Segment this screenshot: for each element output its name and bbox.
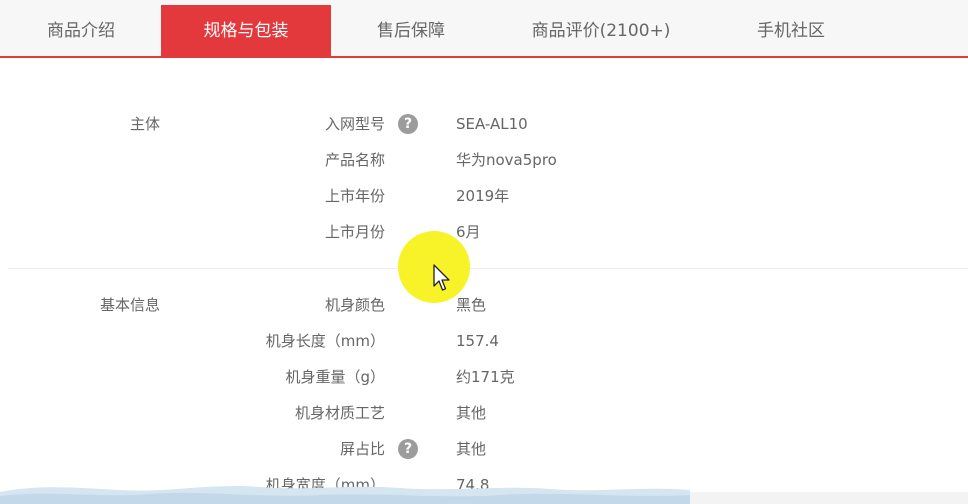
tab-after-sales[interactable]: 售后保障 — [331, 5, 491, 58]
spec-value: 2019年 — [456, 187, 510, 205]
spec-row: 屏占比 ? 其他 — [0, 431, 968, 467]
spec-label: 上市年份 — [324, 187, 385, 205]
spec-label: 入网型号 — [324, 115, 385, 133]
bottom-shade — [690, 492, 968, 504]
spec-value: 其他 — [456, 440, 487, 458]
mouse-pointer-icon — [433, 264, 450, 291]
spec-value: 其他 — [456, 404, 487, 422]
spec-value: 黑色 — [456, 296, 487, 314]
spec-label: 机身材质工艺 — [294, 404, 385, 422]
spec-row: 机身颜色 黑色 — [0, 287, 968, 323]
spec-label: 屏占比 — [339, 440, 385, 458]
product-tab-bar: 商品介绍 规格与包装 售后保障 商品评价(2100+) 手机社区 — [0, 0, 968, 58]
tab-phone-community[interactable]: 手机社区 — [711, 5, 871, 58]
spec-value: 约171克 — [456, 368, 515, 386]
tab-reviews[interactable]: 商品评价(2100+) — [491, 5, 711, 58]
bottom-wave-decoration — [0, 486, 690, 504]
section-divider — [8, 268, 968, 269]
spec-label: 机身重量（g） — [285, 368, 385, 386]
spec-row: 上市月份 6月 — [0, 214, 968, 250]
spec-row: 上市年份 2019年 — [0, 178, 968, 214]
spec-label: 上市月份 — [324, 223, 385, 241]
spec-label: 产品名称 — [324, 151, 385, 169]
question-circle-icon[interactable]: ? — [398, 114, 418, 134]
spec-label: 机身长度（mm） — [265, 332, 385, 350]
tab-specs-packaging[interactable]: 规格与包装 — [161, 5, 331, 58]
spec-row: 产品名称 华为nova5pro — [0, 142, 968, 178]
spec-row: 机身重量（g） 约171克 — [0, 359, 968, 395]
product-detail-page: 商品介绍 规格与包装 售后保障 商品评价(2100+) 手机社区 主体 入网型号… — [0, 0, 968, 504]
spec-label: 机身颜色 — [324, 296, 385, 314]
spec-row: 机身长度（mm） 157.4 — [0, 323, 968, 359]
question-circle-icon[interactable]: ? — [398, 439, 418, 459]
spec-row: 机身材质工艺 其他 — [0, 395, 968, 431]
spec-value: SEA-AL10 — [456, 115, 528, 133]
tab-product-intro[interactable]: 商品介绍 — [5, 5, 157, 58]
spec-value: 157.4 — [456, 332, 499, 350]
spec-row: 入网型号 ? SEA-AL10 — [0, 106, 968, 142]
spec-value: 华为nova5pro — [456, 151, 557, 169]
